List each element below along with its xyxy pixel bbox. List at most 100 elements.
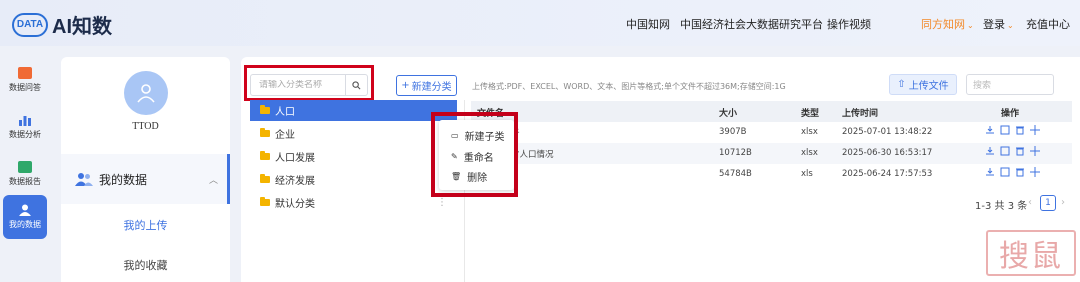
brand-menu-label: 同方知网 <box>921 18 965 31</box>
edit-icon[interactable] <box>1000 146 1010 156</box>
table-header: 文件名 大小 类型 上传时间 操作 <box>471 101 1072 122</box>
cell-size: 3907B <box>719 127 747 137</box>
category-label: 经济发展 <box>275 176 315 187</box>
row-actions <box>985 167 1040 177</box>
new-category-button[interactable]: + 新建分类 <box>396 75 457 96</box>
cell-size: 10712B <box>719 148 752 158</box>
next-page-icon[interactable]: › <box>1061 197 1065 208</box>
move-icon[interactable] <box>1030 125 1040 135</box>
sidebar-panel: TTOD 我的数据 ︿ 我的上传 我的收藏 <box>61 57 230 282</box>
cell-time: 2025-07-01 13:48:22 <box>842 127 933 137</box>
upload-hint: 上传格式:PDF、EXCEL、WORD、文本、图片等格式;单个文件不超过36M;… <box>472 82 786 91</box>
page-number[interactable]: 1 <box>1040 195 1056 211</box>
top-bar: DATA AI知数 中国知网 中国经济社会大数据研究平台 操作视频 同方知网 ⌄ … <box>0 0 1080 46</box>
watermark-stamp: 搜鼠 <box>986 230 1076 276</box>
logo[interactable]: DATA AI知数 <box>12 10 112 39</box>
report-icon <box>18 161 32 173</box>
cell-type: xlsx <box>801 148 818 158</box>
left-rail: 数据问答 数据分析 数据报告 我的数据 <box>0 46 50 282</box>
recharge-link[interactable]: 充值中心 <box>1026 16 1070 32</box>
table-row[interactable]: 省人口情况 10712B xlsx 2025-06-30 16:53:17 <box>471 143 1072 164</box>
chevron-down-icon: ⌄ <box>1007 21 1014 30</box>
logo-badge: DATA <box>12 12 48 37</box>
folder-icon <box>260 151 270 160</box>
cell-type: xls <box>801 169 813 179</box>
category-label: 人口 <box>275 107 295 118</box>
login-menu[interactable]: 登录 ⌄ <box>983 16 1014 32</box>
active-indicator <box>227 154 230 204</box>
download-icon[interactable] <box>985 125 995 135</box>
rail-label: 数据分析 <box>9 130 41 139</box>
sidebar-item-my-uploads[interactable]: 我的上传 <box>61 217 230 233</box>
row-actions <box>985 125 1040 135</box>
nav-videos[interactable]: 操作视频 <box>827 16 871 32</box>
edit-icon[interactable] <box>1000 167 1010 177</box>
highlight-box <box>431 112 518 197</box>
rail-label: 数据问答 <box>9 83 41 92</box>
col-type: 类型 <box>801 109 820 119</box>
download-icon[interactable] <box>985 167 995 177</box>
table-row[interactable]: 析 3907B xlsx 2025-07-01 13:48:22 <box>471 122 1072 143</box>
category-item[interactable]: 默认分类 ⋮ <box>250 192 457 213</box>
cell-time: 2025-06-30 16:53:17 <box>842 148 933 158</box>
upload-button[interactable]: ⇧ 上传文件 <box>889 74 957 95</box>
category-item[interactable]: 人口发展 <box>250 146 457 167</box>
avatar <box>124 71 168 115</box>
highlight-box <box>244 65 374 101</box>
rail-item-qa[interactable]: 数据问答 <box>3 58 47 102</box>
folder-icon <box>260 128 270 137</box>
table-row[interactable]: 54784B xls 2025-06-24 17:57:53 <box>471 164 1072 185</box>
delete-icon[interactable] <box>1015 167 1025 177</box>
category-item[interactable]: 经济发展 <box>250 169 457 190</box>
brand-menu[interactable]: 同方知网 ⌄ <box>921 16 974 32</box>
upload-label: 上传文件 <box>908 81 949 92</box>
sidebar-section-label: 我的数据 <box>99 172 148 187</box>
pagination-summary: 1-3 共 3 条 <box>975 201 1028 212</box>
users-icon <box>75 173 93 186</box>
logo-text: AI知数 <box>52 16 112 38</box>
folder-icon <box>260 197 270 206</box>
sidebar-item-my-favorites[interactable]: 我的收藏 <box>61 257 230 273</box>
move-icon[interactable] <box>1030 167 1040 177</box>
row-actions <box>985 146 1040 156</box>
more-icon[interactable]: ⋮ <box>437 197 447 208</box>
delete-icon[interactable] <box>1015 146 1025 156</box>
col-ops: 操作 <box>1001 109 1020 119</box>
folder-icon <box>260 105 270 114</box>
bar-chart-icon <box>19 116 31 126</box>
folder-icon <box>260 174 270 183</box>
col-time: 上传时间 <box>842 109 879 119</box>
login-label: 登录 <box>983 18 1005 31</box>
username: TTOD <box>132 121 159 132</box>
rail-item-report[interactable]: 数据报告 <box>3 152 47 196</box>
cell-type: xlsx <box>801 127 818 137</box>
prev-page-icon[interactable]: ‹ <box>1028 197 1032 208</box>
upload-icon: ⇧ <box>897 79 906 90</box>
category-item[interactable]: 企业 <box>250 123 457 144</box>
delete-icon[interactable] <box>1015 125 1025 135</box>
user-icon <box>137 84 155 103</box>
sidebar-section-mydata[interactable]: 我的数据 ︿ <box>61 154 230 204</box>
chevron-up-icon: ︿ <box>208 175 218 186</box>
category-label: 企业 <box>275 130 295 141</box>
plus-icon: + <box>401 80 410 91</box>
nav-cnki[interactable]: 中国知网 <box>626 16 670 32</box>
move-icon[interactable] <box>1030 146 1040 156</box>
edit-icon[interactable] <box>1000 125 1010 135</box>
nav-platform[interactable]: 中国经济社会大数据研究平台 <box>680 16 823 32</box>
chat-icon <box>18 67 32 79</box>
category-label: 默认分类 <box>275 199 315 210</box>
category-item[interactable]: 人口 <box>250 100 457 121</box>
rail-item-mydata[interactable]: 我的数据 <box>3 195 47 239</box>
cell-time: 2025-06-24 17:57:53 <box>842 169 933 179</box>
rail-label: 我的数据 <box>9 220 41 229</box>
download-icon[interactable] <box>985 146 995 156</box>
rail-item-analysis[interactable]: 数据分析 <box>3 105 47 149</box>
rail-label: 数据报告 <box>9 177 41 186</box>
cell-size: 54784B <box>719 169 752 179</box>
chevron-down-icon: ⌄ <box>967 21 974 30</box>
file-search-input[interactable]: 搜索 <box>966 74 1054 95</box>
category-label: 人口发展 <box>275 153 315 164</box>
new-category-label: 新建分类 <box>411 82 452 93</box>
col-size: 大小 <box>719 109 738 119</box>
